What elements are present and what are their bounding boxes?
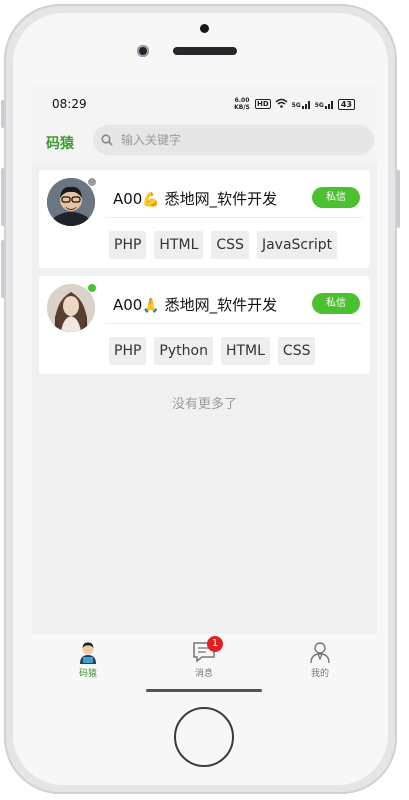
search-icon (93, 131, 113, 150)
tab-label: 码猿 (78, 669, 97, 679)
hd-icon: HD (254, 99, 271, 109)
developer-name[interactable]: A00🙏 悉地网_软件开发 (113, 294, 277, 315)
skill-tag[interactable]: JavaScript (256, 231, 338, 259)
tab-label: 我的 (310, 669, 329, 679)
tab-label: 消息 (194, 669, 213, 679)
developer-avatar-icon (75, 640, 101, 664)
folded-hands-emoji: 🙏 (142, 298, 160, 314)
divider (105, 217, 362, 218)
wifi-icon (275, 98, 288, 110)
developer-name[interactable]: A00💪 悉地网_软件开发 (113, 188, 277, 209)
tab-developers[interactable]: 码猿 (48, 640, 128, 679)
bottom-tab-bar: 码猿 1 消息 我的 (32, 634, 377, 698)
offline-status-dot (87, 177, 97, 187)
private-message-button[interactable]: 私信 (312, 187, 360, 208)
home-button[interactable] (174, 707, 234, 767)
status-icons: 6.00 KB/S HD 5G 5G 43 (233, 97, 355, 111)
search-bar[interactable] (93, 125, 374, 155)
tab-messages[interactable]: 1 消息 (164, 636, 244, 679)
proximity-sensor (200, 24, 209, 33)
private-message-button[interactable]: 私信 (312, 293, 360, 314)
skill-tag[interactable]: PHP (109, 231, 147, 259)
battery-icon: 43 (337, 98, 355, 110)
app-logo: 码猿 (46, 136, 74, 152)
developer-card[interactable]: A00🙏 悉地网_软件开发 私信 PHP Python HTML CSS (39, 276, 370, 374)
online-status-dot (87, 283, 97, 293)
skill-tag[interactable]: HTML (220, 337, 270, 365)
message-icon: 1 (191, 636, 223, 664)
developer-card[interactable]: A00💪 悉地网_软件开发 私信 PHP HTML CSS JavaScript (39, 170, 370, 268)
skill-tag[interactable]: CSS (211, 231, 249, 259)
front-camera (137, 45, 149, 57)
skill-tag[interactable]: CSS (277, 337, 316, 365)
divider (105, 323, 362, 324)
earpiece-speaker (173, 47, 237, 55)
search-input[interactable] (119, 132, 353, 148)
signal-2-icon: 5G (315, 100, 334, 109)
skill-tags: PHP HTML CSS JavaScript (109, 231, 338, 259)
status-time: 08:29 (52, 97, 87, 111)
skill-tag[interactable]: HTML (154, 231, 204, 259)
app-header: 码猿 (32, 123, 377, 163)
signal-1-icon: 5G (292, 100, 311, 109)
tab-profile[interactable]: 我的 (280, 640, 360, 679)
user-profile-icon (307, 640, 333, 664)
unread-badge: 1 (207, 636, 223, 652)
skill-tag[interactable]: Python (154, 337, 213, 365)
app-screen: 08:29 6.00 KB/S HD 5G 5G 43 码猿 输入关键字 A00… (32, 85, 377, 698)
list-end-text: 没有更多了 (171, 397, 237, 412)
flexed-bicep-emoji: 💪 (142, 192, 160, 208)
skill-tags: PHP Python HTML CSS (109, 337, 316, 365)
status-bar: 08:29 6.00 KB/S HD 5G 5G 43 (32, 85, 377, 123)
home-indicator[interactable] (146, 689, 262, 692)
network-speed: 6.00 KB/S (234, 97, 250, 111)
skill-tag[interactable]: PHP (109, 337, 147, 365)
